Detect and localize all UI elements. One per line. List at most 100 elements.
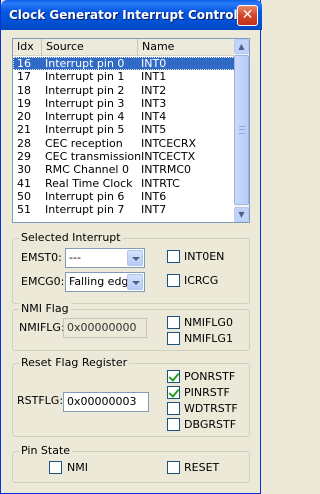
ponrstf-label: PONRSTF (184, 370, 236, 383)
list-item-idx: 41 (17, 176, 31, 190)
wdtrstf-checkbox[interactable] (167, 402, 180, 415)
list-item-idx: 28 (17, 136, 31, 150)
chevron-down-icon[interactable] (127, 250, 143, 266)
emcg0-label: EMCG0: (21, 275, 65, 288)
pin-state-group: Pin State NMI RESET (12, 444, 250, 483)
list-item-name: INT5 (141, 123, 167, 137)
list-item-idx: 21 (17, 123, 31, 137)
list-item[interactable]: 21 Interrupt pin 5 INT5 (13, 123, 235, 136)
list-item-name: INTCECRX (141, 136, 197, 150)
dbgrstf-checkbox[interactable] (167, 418, 180, 431)
list-item-source: Interrupt pin 2 (45, 83, 125, 97)
reset-checkbox[interactable] (167, 461, 180, 474)
list-item-source: Interrupt pin 7 (45, 203, 125, 217)
emst0-select[interactable]: --- (65, 248, 145, 268)
list-item-source: Interrupt pin 3 (45, 96, 125, 110)
list-item-source: Interrupt pin 4 (45, 110, 125, 124)
selected-interrupt-group: Selected Interrupt EMST0: --- INT0EN EMC… (12, 231, 250, 304)
list-item-idx: 16 (17, 57, 31, 70)
pin-state-legend: Pin State (19, 444, 73, 458)
int0en-checkbox[interactable] (167, 250, 180, 263)
rstflg-field[interactable]: 0x00000003 (63, 392, 149, 412)
list-item-idx: 20 (17, 110, 31, 124)
list-item-idx: 19 (17, 96, 31, 110)
emcg0-value: Falling edge (69, 275, 136, 288)
wdtrstf-label: WDTRSTF (184, 402, 238, 415)
nmiflg0-label: NMIFLG0 (184, 316, 233, 329)
reset-flag-group: Reset Flag Register RSTFLG: 0x00000003 P… (12, 356, 250, 437)
int0en-label: INT0EN (184, 250, 225, 263)
list-item-name: INT3 (141, 96, 167, 110)
close-button[interactable]: ✕ (237, 5, 258, 26)
list-item-idx: 51 (17, 203, 31, 217)
selected-interrupt-legend: Selected Interrupt (19, 231, 123, 245)
dialog-window: Clock Generator Interrupt Control ✕ Idx … (0, 0, 262, 494)
reset-flag-legend: Reset Flag Register (19, 356, 130, 370)
list-item[interactable]: 20 Interrupt pin 4 INT4 (13, 110, 235, 123)
list-item[interactable]: 28 CEC reception INTCECRX (13, 137, 235, 150)
column-header-idx[interactable]: Idx (13, 39, 42, 56)
list-item-source: Interrupt pin 1 (45, 70, 125, 84)
list-item-source: Interrupt pin 0 (45, 57, 125, 70)
list-item-idx: 30 (17, 163, 31, 177)
rstflg-value: 0x00000003 (67, 395, 137, 408)
column-header-source[interactable]: Source (42, 39, 138, 56)
title-bar[interactable]: Clock Generator Interrupt Control ✕ (1, 0, 262, 30)
list-item-idx: 17 (17, 70, 31, 84)
list-item-name: INTCECTX (141, 150, 196, 164)
list-item-source: RMC Channel 0 (45, 163, 129, 177)
list-item-source: Interrupt pin 5 (45, 123, 125, 137)
icrcg-label: ICRCG (184, 274, 219, 287)
list-item[interactable]: 41 Real Time Clock INTRTC (13, 177, 235, 190)
emst0-value: --- (69, 251, 81, 264)
nmiflg1-label: NMIFLG1 (184, 332, 233, 345)
list-item[interactable]: 29 CEC transmission INTCECTX (13, 150, 235, 163)
nmi-checkbox[interactable] (49, 461, 62, 474)
list-header: Idx Source Name (13, 39, 235, 56)
reset-label: RESET (184, 461, 220, 474)
nmiflg-value: 0x00000000 (67, 321, 137, 334)
nmi-flag-legend: NMI Flag (19, 302, 71, 316)
list-item-name: INT4 (141, 110, 167, 124)
emcg0-select[interactable]: Falling edge (65, 272, 145, 292)
rstflg-label: RSTFLG: (17, 394, 64, 407)
list-item-name: INT7 (141, 203, 167, 217)
nmiflg-label: NMIFLG: (19, 321, 65, 334)
window-title: Clock Generator Interrupt Control (9, 8, 238, 22)
list-item[interactable]: 51 Interrupt pin 7 INT7 (13, 203, 235, 216)
list-item[interactable]: 30 RMC Channel 0 INTRMC0 (13, 163, 235, 176)
emst0-label: EMST0: (21, 251, 62, 264)
nmiflg0-checkbox[interactable] (167, 316, 180, 329)
list-item-idx: 29 (17, 150, 31, 164)
list-item-source: Real Time Clock (45, 176, 133, 190)
list-item-name: INT2 (141, 83, 167, 97)
list-item[interactable]: 19 Interrupt pin 3 INT3 (13, 97, 235, 110)
ponrstf-checkbox[interactable] (167, 370, 180, 383)
list-item[interactable]: 17 Interrupt pin 1 INT1 (13, 70, 235, 83)
list-scrollbar[interactable]: ▲ ▼ (234, 39, 249, 222)
list-item-name: INT6 (141, 189, 167, 203)
list-item-idx: 18 (17, 83, 31, 97)
nmi-flag-group: NMI Flag NMIFLG: 0x00000000 NMIFLG0 NMIF… (12, 302, 250, 351)
list-item[interactable]: 16 Interrupt pin 0 INT0 (13, 57, 235, 71)
list-item-source: CEC reception (45, 136, 123, 150)
list-item-name: INT0 (141, 57, 167, 70)
scroll-up-button[interactable]: ▲ (234, 39, 249, 54)
pinrstf-checkbox[interactable] (167, 386, 180, 399)
list-item-name: INTRMC0 (141, 163, 192, 177)
list-item-name: INT1 (141, 70, 167, 84)
column-header-name[interactable]: Name (138, 39, 235, 56)
chevron-down-icon[interactable] (127, 274, 143, 290)
nmiflg1-checkbox[interactable] (167, 332, 180, 345)
list-rows: 16 Interrupt pin 0 INT0 17 Interrupt pin 1 IN… (13, 57, 235, 217)
list-item-name: INTRTC (141, 176, 180, 190)
nmiflg-field[interactable]: 0x00000000 (63, 318, 147, 338)
list-item[interactable]: 50 Interrupt pin 6 INT6 (13, 190, 235, 203)
scroll-down-button[interactable]: ▼ (234, 207, 249, 222)
nmi-label: NMI (67, 461, 88, 474)
list-item-source: CEC transmission (45, 150, 142, 164)
interrupt-list[interactable]: Idx Source Name 16 Interrupt pin 0 INT0 17 I… (12, 38, 250, 223)
list-item[interactable]: 18 Interrupt pin 2 INT2 (13, 84, 235, 97)
scroll-thumb[interactable] (234, 55, 249, 205)
icrcg-checkbox[interactable] (167, 274, 180, 287)
